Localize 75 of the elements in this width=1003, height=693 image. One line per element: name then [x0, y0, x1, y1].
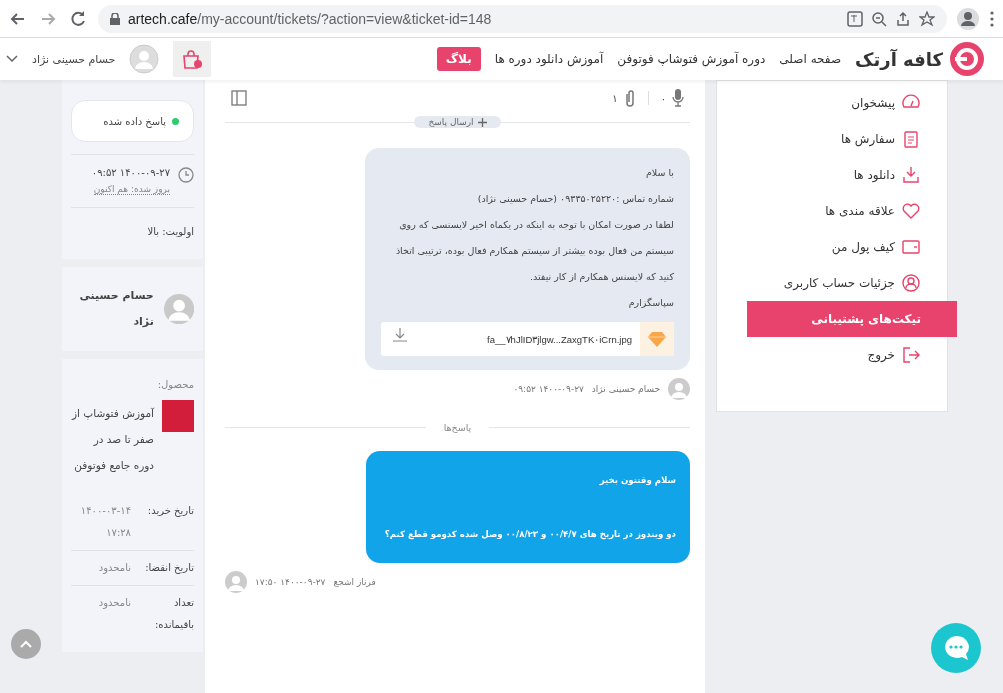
- menu-item[interactable]: تیکت‌های پشتیبانی: [747, 301, 957, 337]
- avatar-icon: [225, 571, 247, 593]
- detail-value: ۱۴۰۰-۰۳-۱۴ ۱۷:۲۸: [79, 504, 131, 540]
- lock-icon: [110, 12, 120, 25]
- sidebar-toggle-icon[interactable]: [231, 90, 247, 106]
- menu-item[interactable]: علاقه مندی ها: [717, 193, 947, 229]
- product-label: محصول:: [156, 379, 194, 390]
- translate-icon[interactable]: [847, 10, 863, 27]
- user-name: حسام حسینی نژاد: [78, 288, 154, 330]
- url-text: artech.cafe/my-account/tickets/?action=view&ticket-id=148: [128, 10, 492, 27]
- status-label: پاسخ داده شده: [103, 115, 166, 127]
- menu-item[interactable]: خروج: [717, 337, 947, 373]
- detail-value: نامحدود: [97, 561, 131, 576]
- replies-heading: پاسخ‌ها: [442, 422, 473, 433]
- profile-icon[interactable]: [957, 7, 979, 30]
- diamond-icon: [648, 331, 666, 347]
- updated-time: ۱۴۰۰-۰۹-۲۷ ۰۹:۵۲: [91, 167, 170, 178]
- product-thumbnail: [162, 400, 194, 432]
- menu-item[interactable]: دانلود ها: [717, 157, 947, 193]
- message-text: لطفا در صورت امکان با توجه به اینکه در یکماه اخیر لایسنسی که روی سیستم من فعال بوده بیشتر از سیستم همکارم فعال بوده، ترتیبی اتخاذ کنید که لایسنس همکارم از کار نیفتد.: [394, 218, 674, 284]
- menu-item[interactable]: پیشخوان: [717, 85, 947, 121]
- microphone-icon[interactable]: [672, 89, 684, 107]
- nav-link[interactable]: صفحه اصلی: [779, 52, 842, 66]
- chat-bubble-icon: [942, 634, 970, 662]
- reply-author: فرناز اشجع: [333, 577, 376, 587]
- logo-icon[interactable]: [949, 41, 985, 77]
- attachment-card[interactable]: fa__۷hJlID۳jlgw...ZaxgTK۰iCrn.jpg: [381, 322, 674, 356]
- detail-value: نامحدود: [97, 596, 131, 611]
- more-icon[interactable]: [989, 9, 995, 28]
- message-author: حسام حسینی نژاد: [591, 384, 660, 394]
- message-text: با سلام: [644, 166, 674, 180]
- avatar-icon: [668, 378, 690, 400]
- menu-item[interactable]: کیف پول من: [717, 229, 947, 265]
- attachment-count: ۱: [612, 92, 618, 104]
- nav-link[interactable]: دوره آموزش فتوشاپ فوتوفن: [617, 52, 766, 66]
- star-icon[interactable]: [919, 10, 935, 27]
- reply-time: ۱۴۰۰-۰۹-۲۷ ۱۷:۵۰: [255, 577, 326, 587]
- heart-icon: [901, 201, 921, 221]
- user-icon: [901, 273, 921, 293]
- share-icon[interactable]: [895, 10, 911, 27]
- updated-note: بروز شده: هم اکنون: [93, 184, 170, 195]
- detail-label: تاریخ انقضا:: [144, 561, 194, 576]
- avatar-icon: [163, 291, 194, 327]
- clock-icon: [178, 167, 194, 183]
- product-title[interactable]: آموزش فتوشاپ از صفر تا صد در دوره جامع فوتوفن: [71, 400, 154, 478]
- logout-icon: [901, 345, 921, 365]
- voice-count: ۰: [660, 92, 666, 104]
- reply-text: دو ویندوز در تاریخ های ۰۰/۴/۷ و ۰۰/۸/۲۳ وصل شده کدومو قطع کنم؟: [383, 528, 676, 542]
- chevron-down-icon[interactable]: [6, 55, 18, 63]
- file-name: fa__۷hJlID۳jlgw...ZaxgTK۰iCrn.jpg: [486, 333, 633, 345]
- reply-text: سلام وقتتون بخیر: [598, 474, 676, 488]
- paperclip-icon[interactable]: [623, 89, 636, 107]
- message-text: شماره تماس :۰۹۳۳۵۰۲۵۲۲۰ (حسام حسینی نژاد): [476, 192, 674, 206]
- download-icon: [901, 165, 921, 185]
- chevron-up-icon: [20, 640, 32, 648]
- user-name[interactable]: حسام حسینی نژاد: [32, 52, 116, 66]
- nav-link[interactable]: آموزش دانلود دوره ها: [494, 52, 604, 66]
- download-icon[interactable]: [393, 328, 407, 342]
- priority-text: اولویت: بالا: [146, 225, 194, 240]
- detail-label: تاریخ خرید:: [146, 504, 194, 519]
- logo-text[interactable]: کافه آرتک: [855, 48, 943, 70]
- menu-item[interactable]: سفارش ها: [717, 121, 947, 157]
- blog-button[interactable]: بلاگ: [436, 47, 481, 71]
- plus-icon: [477, 117, 487, 127]
- address-bar[interactable]: artech.cafe/my-account/tickets/?action=view&ticket-id=148: [98, 4, 947, 33]
- send-reply-button[interactable]: ارسال پاسخ: [414, 116, 501, 128]
- detail-label: تعداد باقیمانده:: [153, 596, 194, 632]
- clipboard-icon: [901, 129, 921, 149]
- shopping-bag-icon: [181, 49, 204, 69]
- cart-button[interactable]: [173, 41, 212, 77]
- menu-item[interactable]: جزئیات حساب کاربری: [717, 265, 947, 301]
- wallet-icon: [901, 237, 921, 257]
- message-time: ۱۴۰۰-۰۹-۲۷ ۰۹:۵۲: [513, 384, 584, 394]
- zoom-out-icon[interactable]: [871, 10, 887, 27]
- message-text: سپاسگزارم: [627, 296, 674, 310]
